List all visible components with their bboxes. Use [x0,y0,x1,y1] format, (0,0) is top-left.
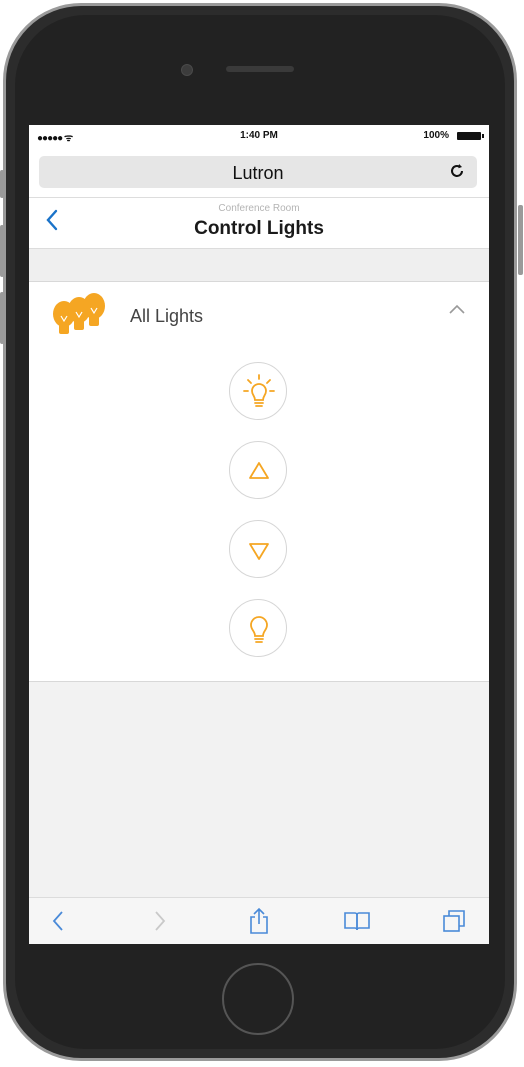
triangle-down-icon [249,543,269,560]
volume-down-button [0,292,4,344]
raise-button[interactable] [229,441,287,499]
bulb-off-icon [250,616,268,643]
battery-percent: 100% [423,130,449,141]
home-button[interactable] [222,963,294,1035]
browser-forward-icon[interactable] [145,906,175,936]
chevron-up-icon[interactable] [447,302,467,318]
empty-area [29,682,489,898]
browser-header: Lutron [29,147,489,198]
bulb-on-icon [243,374,275,407]
lower-button[interactable] [229,520,287,578]
status-time: 1:40 PM [240,130,278,141]
browser-back-icon[interactable] [43,906,73,936]
page-url-title: Lutron [232,163,284,183]
address-bar[interactable]: Lutron [39,156,477,188]
lights-off-button[interactable] [229,599,287,657]
page-header: Conference Room Control Lights [29,198,489,249]
triangle-up-icon [249,462,269,479]
volume-up-button [0,225,4,277]
front-camera [181,64,193,76]
lights-group-panel: All Lights [29,282,489,682]
tabs-icon[interactable] [439,906,469,936]
screen: ●●●●● ᯤ 1:40 PM 100% Lutron Conference R… [29,125,489,944]
page-subtitle: Conference Room [218,203,300,214]
bulbs-group-icon [51,292,107,340]
status-bar: ●●●●● ᯤ 1:40 PM 100% [29,125,489,147]
power-button [518,205,523,275]
reload-icon[interactable] [447,161,467,186]
group-label: All Lights [130,306,204,326]
page-title: Control Lights [194,218,324,239]
mute-switch [0,170,4,198]
earpiece-speaker [226,66,294,72]
bookmarks-icon[interactable] [342,906,372,936]
share-icon[interactable] [244,906,274,936]
battery-icon [457,132,484,140]
section-spacer [29,249,489,282]
browser-toolbar [29,897,489,944]
lights-on-button[interactable] [229,362,287,420]
